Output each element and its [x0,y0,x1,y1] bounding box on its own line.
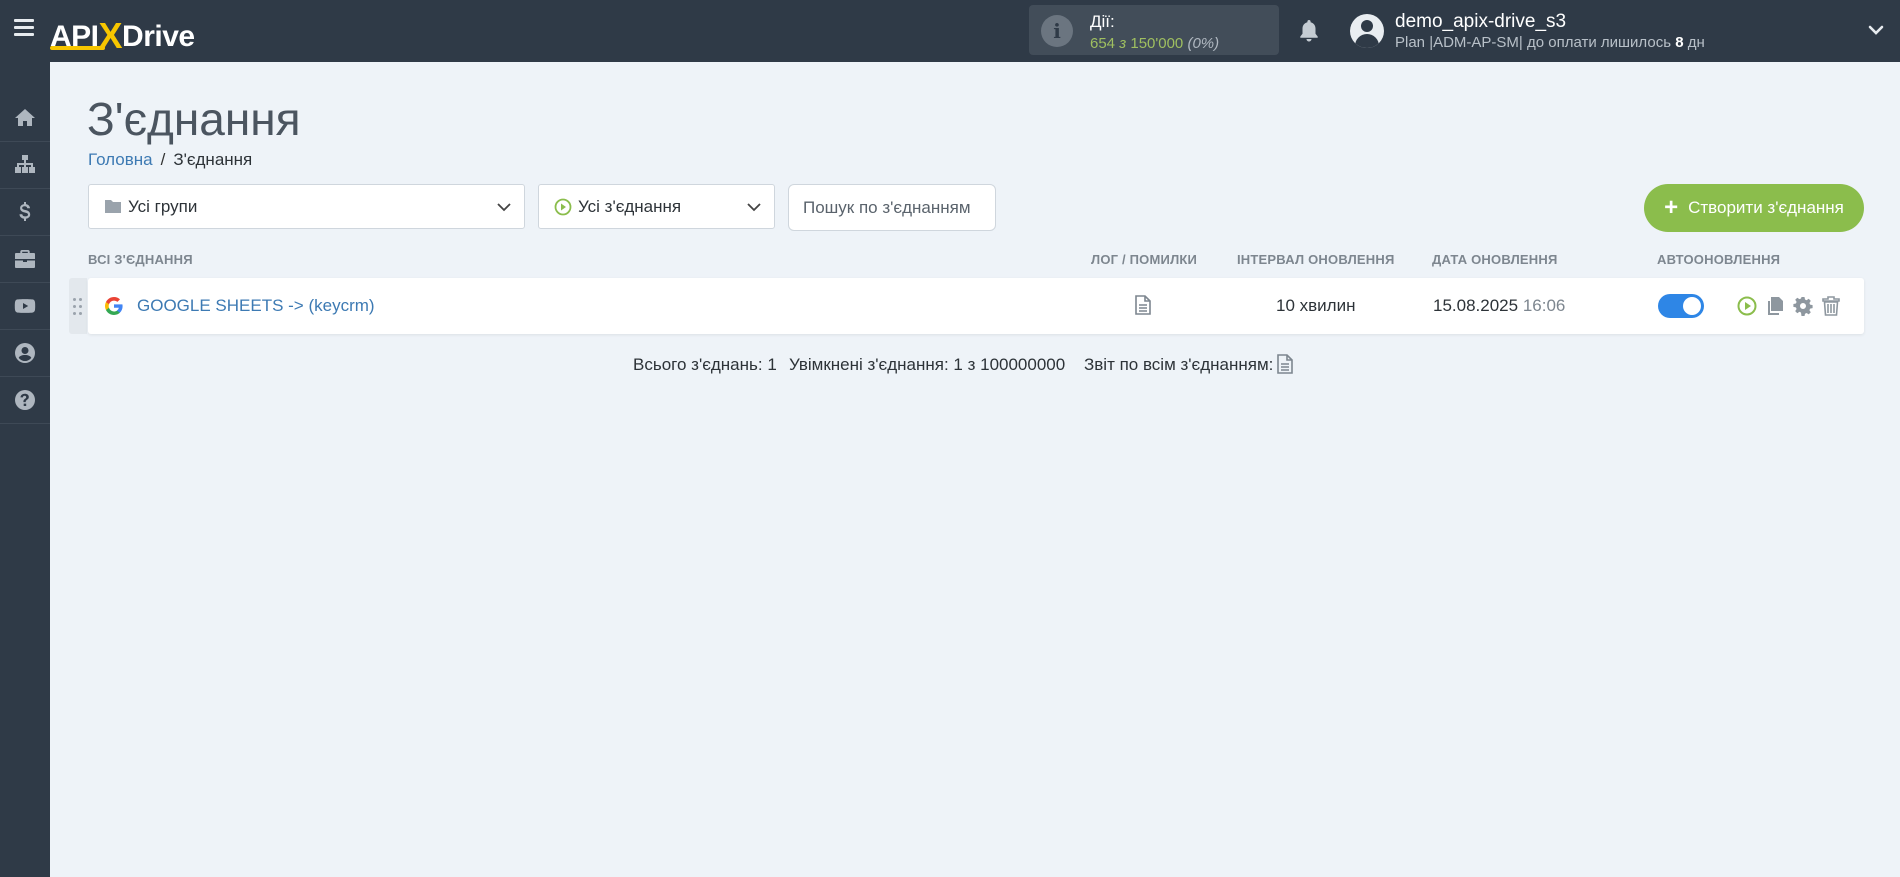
plan-info: Plan |ADM-AP-SM| до оплати лишилось 8 дн [1395,34,1705,51]
trash-icon[interactable] [1821,296,1841,316]
briefcase-icon [15,250,35,268]
column-header-auto: АВТООНОВЛЕННЯ [1657,252,1781,267]
play-circle-icon [554,198,572,216]
google-icon [105,297,123,315]
breadcrumb: Головна / З'єднання [88,150,253,169]
info-icon: i [1041,15,1073,47]
sitemap-icon [15,155,35,173]
folder-icon [105,200,121,213]
table-row: GOOGLE SHEETS -> (keycrm) 10 хвилин 15.0… [88,278,1864,334]
drag-handle[interactable] [69,278,87,334]
top-bar: APIXDrive i Дії: 654 з 150'000 (0%) demo… [0,0,1900,62]
question-icon [15,390,35,410]
sidebar-item-connections[interactable] [0,142,50,189]
sidebar-item-home[interactable] [0,95,50,142]
plus-icon: + [1664,194,1679,221]
dollar-icon [19,202,31,221]
connection-name-link[interactable]: GOOGLE SHEETS -> (keycrm) [137,296,375,316]
sidebar-item-video[interactable] [0,283,50,330]
chevron-down-icon [747,203,761,212]
menu-icon[interactable] [14,19,34,37]
column-header-log: ЛОГ / ПОМИЛКИ [1091,252,1198,267]
bell-icon[interactable] [1297,18,1321,44]
column-header-date: ДАТА ОНОВЛЕННЯ [1432,252,1558,267]
sidebar-item-services[interactable] [0,236,50,283]
log-file-icon[interactable] [1135,295,1151,315]
copy-icon[interactable] [1765,296,1785,316]
update-date: 15.08.2025 16:06 [1433,296,1566,315]
column-header-all: ВСІ З'ЄДНАННЯ [88,252,193,267]
youtube-icon [14,299,36,313]
sidebar [0,62,50,877]
search-input[interactable] [788,184,996,231]
chevron-down-icon [497,203,511,212]
actions-counter[interactable]: i Дії: 654 з 150'000 (0%) [1029,5,1279,55]
avatar[interactable] [1350,14,1384,48]
chevron-down-icon[interactable] [1867,21,1885,39]
actions-title: Дії: [1090,12,1115,31]
sidebar-item-help[interactable] [0,377,50,424]
username[interactable]: demo_apix-drive_s3 [1395,11,1566,33]
enabled-connections: Увімкнені з'єднання: 1 з 100000000 [789,355,1066,374]
connection-status-select[interactable]: Усі з'єднання [538,184,775,229]
user-circle-icon [15,343,35,363]
home-icon [15,109,35,126]
create-connection-button[interactable]: + Створити з'єднання [1644,184,1864,232]
gear-icon[interactable] [1793,296,1813,316]
report-label: Звіт по всім з'єднанням: [1084,355,1274,374]
update-interval: 10 хвилин [1276,296,1356,315]
actions-count: 654 з 150'000 (0%) [1090,35,1220,52]
group-select[interactable]: Усі групи [88,184,525,229]
auto-update-toggle[interactable] [1658,294,1704,318]
breadcrumb-current: З'єднання [173,150,253,169]
page-title: З'єднання [87,93,301,145]
sidebar-item-billing[interactable] [0,189,50,236]
sidebar-item-profile[interactable] [0,330,50,377]
run-icon[interactable] [1737,296,1757,316]
column-header-interval: ІНТЕРВАЛ ОНОВЛЕННЯ [1237,252,1395,267]
apix-drive-logo[interactable]: APIXDrive [50,13,195,56]
total-connections: Всього з'єднань: 1 [633,355,777,374]
report-file-icon[interactable] [1277,354,1293,374]
breadcrumb-home-link[interactable]: Головна [88,150,153,169]
